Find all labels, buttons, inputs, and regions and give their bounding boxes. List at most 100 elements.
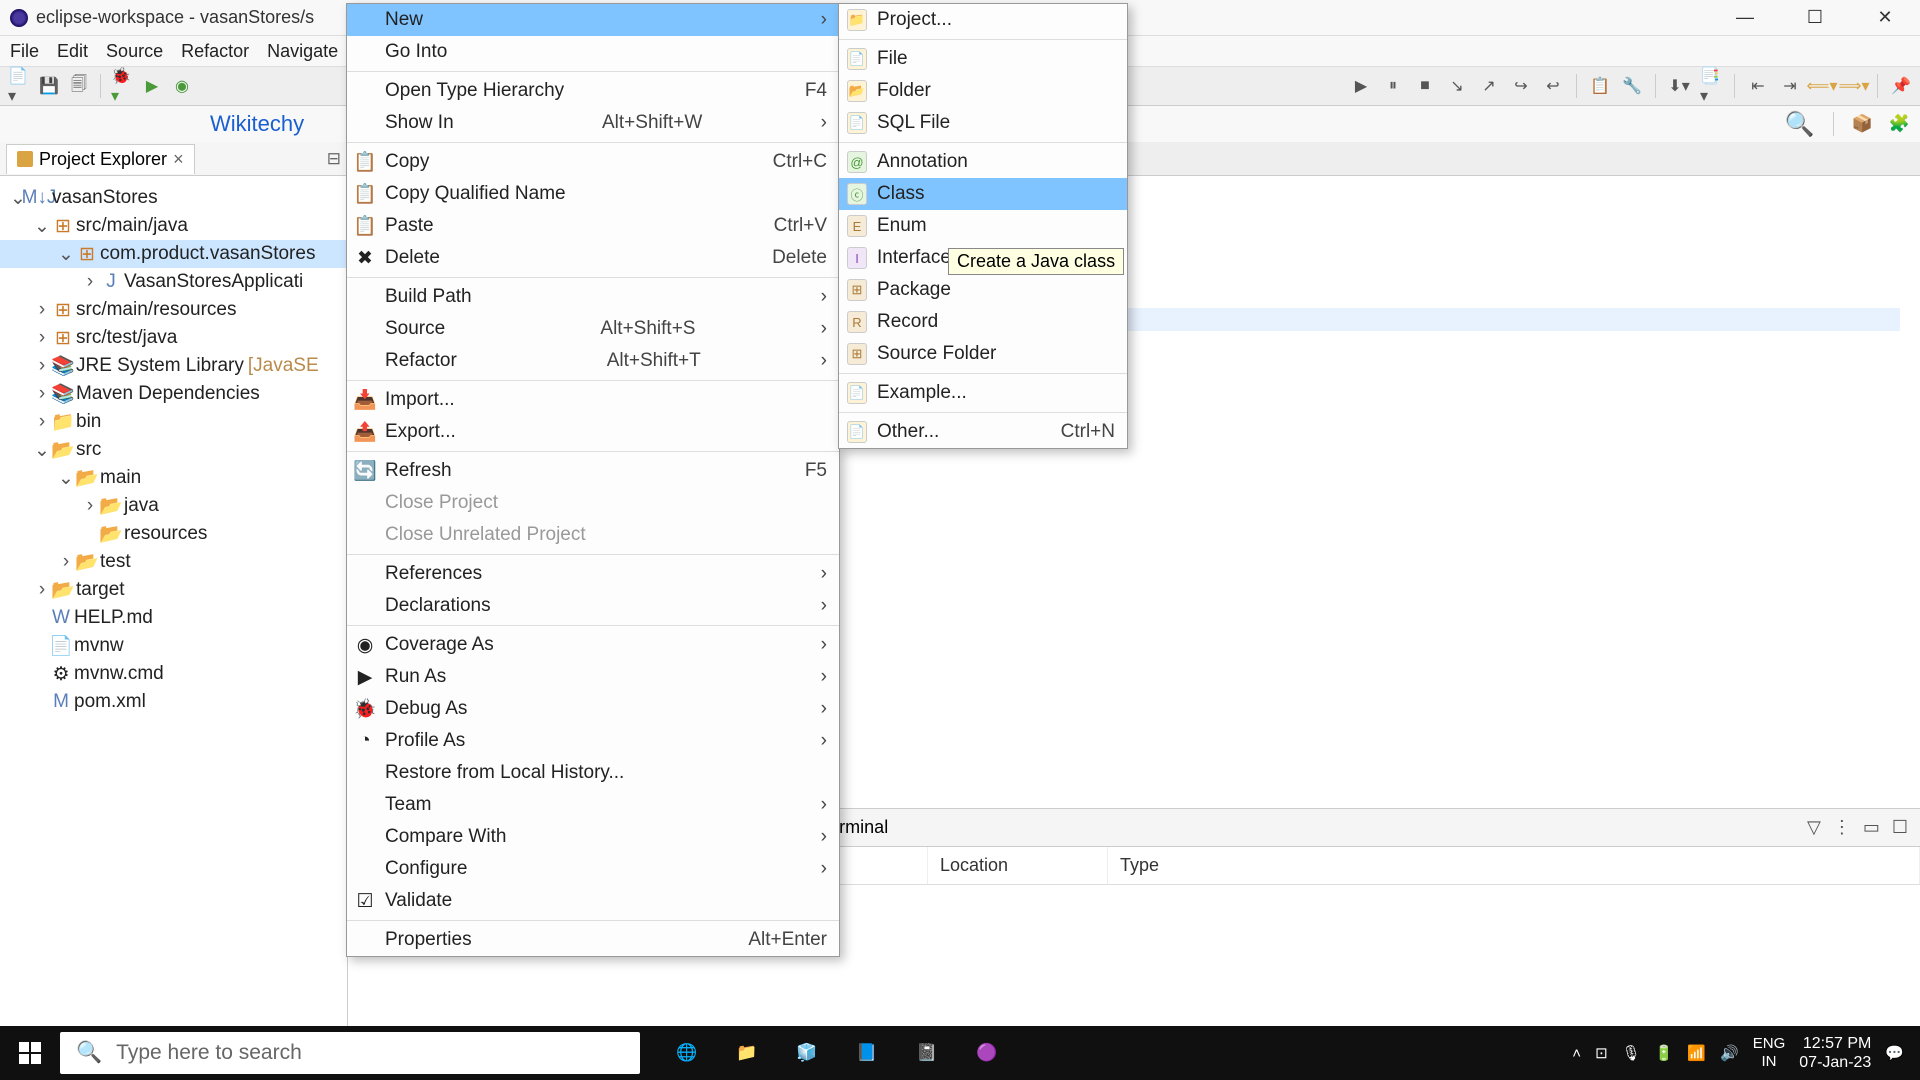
menu-item-compare-with[interactable]: Compare With› <box>347 821 839 853</box>
tray-clock[interactable]: 12:57 PM07-Jan-23 <box>1799 1034 1871 1072</box>
menu-item-show-in[interactable]: Show InAlt+Shift+W› <box>347 107 839 139</box>
tray-meet-icon[interactable]: ⊡ <box>1595 1044 1608 1062</box>
step2-icon[interactable]: ↗ <box>1478 75 1500 97</box>
menu-item-go-into[interactable]: Go Into <box>347 36 839 68</box>
tree-item[interactable]: mvnw <box>74 635 124 657</box>
menu-item-build-path[interactable]: Build Path› <box>347 281 839 313</box>
col-type[interactable]: Type <box>1108 847 1920 884</box>
tool-d-icon[interactable]: 📑▾ <box>1700 75 1722 97</box>
tree-item[interactable]: bin <box>76 411 101 433</box>
project-explorer-tab[interactable]: Project Explorer × <box>6 144 195 174</box>
save-icon[interactable]: 💾 <box>38 75 60 97</box>
context-menu[interactable]: New›Go IntoOpen Type HierarchyF4Show InA… <box>346 3 840 957</box>
pin-icon[interactable]: 📌 <box>1890 75 1912 97</box>
debug-icon[interactable]: 🐞▾ <box>111 75 133 97</box>
menu-item-source[interactable]: SourceAlt+Shift+S› <box>347 313 839 345</box>
tool-c-icon[interactable]: ⬇▾ <box>1668 75 1690 97</box>
tree-item-selected[interactable]: com.product.vasanStores <box>100 243 315 265</box>
nav-back-icon[interactable]: ⇤ <box>1747 75 1769 97</box>
menu-item-enum[interactable]: EEnum <box>839 210 1127 242</box>
menu-item-new[interactable]: New› <box>347 4 839 36</box>
menu-item-copy[interactable]: 📋CopyCtrl+C <box>347 146 839 178</box>
back-icon[interactable]: ⟸▾ <box>1811 75 1833 97</box>
perspective-ee-icon[interactable]: 🧩 <box>1889 114 1910 134</box>
tree-item[interactable]: test <box>100 551 131 573</box>
menu-item-coverage-as[interactable]: ◉Coverage As› <box>347 629 839 661</box>
menu-item-debug-as[interactable]: 🐞Debug As› <box>347 693 839 725</box>
tree-item[interactable]: mvnw.cmd <box>74 663 164 685</box>
run-icon[interactable]: ▶ <box>141 75 163 97</box>
tree-item[interactable]: HELP.md <box>74 607 153 629</box>
menu-item-restore-from-local-history-[interactable]: Restore from Local History... <box>347 757 839 789</box>
tool-b-icon[interactable]: 🔧 <box>1621 75 1643 97</box>
menu-item-other-[interactable]: 📄Other...Ctrl+N <box>839 416 1127 448</box>
menu-item-folder[interactable]: 📂Folder <box>839 75 1127 107</box>
tree-item[interactable]: src/main/java <box>76 215 188 237</box>
close-button[interactable]: ✕ <box>1870 7 1900 28</box>
tree-item[interactable]: src/main/resources <box>76 299 237 321</box>
tree-item[interactable]: Maven Dependencies <box>76 383 260 405</box>
menu-item-file[interactable]: 📄File <box>839 43 1127 75</box>
perspective-java-icon[interactable]: 📦 <box>1852 114 1873 134</box>
taskbar-app-cube[interactable]: 🧊 <box>780 1029 834 1077</box>
menu-item-project-[interactable]: 📁Project... <box>839 4 1127 36</box>
nav-fwd-icon[interactable]: ⇥ <box>1779 75 1801 97</box>
menu-edit[interactable]: Edit <box>57 41 88 62</box>
new-icon[interactable]: 📄▾ <box>8 75 30 97</box>
menu-item-record[interactable]: RRecord <box>839 306 1127 338</box>
menu-item-refresh[interactable]: 🔄RefreshF5 <box>347 455 839 487</box>
menu-refactor[interactable]: Refactor <box>181 41 249 62</box>
menu-item-export-[interactable]: 📤Export... <box>347 416 839 448</box>
menu-item-annotation[interactable]: @Annotation <box>839 146 1127 178</box>
project-tree[interactable]: ⌄M↓JvasanStores ⌄⊞src/main/java ⌄⊞com.pr… <box>0 176 347 1044</box>
minimize-panel-icon[interactable]: ▭ <box>1863 817 1880 838</box>
tray-notifications-icon[interactable]: 💬 <box>1885 1044 1904 1062</box>
tree-item[interactable]: src <box>76 439 101 461</box>
menu-item-references[interactable]: References› <box>347 558 839 590</box>
step4-icon[interactable]: ↩ <box>1542 75 1564 97</box>
maximize-button[interactable]: ☐ <box>1800 7 1830 28</box>
menu-item-paste[interactable]: 📋PasteCtrl+V <box>347 210 839 242</box>
menu-item-import-[interactable]: 📥Import... <box>347 384 839 416</box>
search-icon[interactable]: 🔍 <box>1785 110 1815 139</box>
fwd-icon[interactable]: ⟹▾ <box>1843 75 1865 97</box>
tree-item[interactable]: vasanStores <box>52 187 158 209</box>
minimize-button[interactable]: — <box>1730 7 1760 28</box>
view-menu-icon[interactable]: ⋮ <box>1833 817 1851 838</box>
menu-item-run-as[interactable]: ▶Run As› <box>347 661 839 693</box>
menu-item-copy-qualified-name[interactable]: 📋Copy Qualified Name <box>347 178 839 210</box>
menu-navigate[interactable]: Navigate <box>267 41 338 62</box>
tree-item[interactable]: pom.xml <box>74 691 146 713</box>
menu-item-declarations[interactable]: Declarations› <box>347 590 839 622</box>
tray-mic-icon[interactable]: 🎙 <box>1622 1044 1641 1062</box>
tray-chevron-icon[interactable]: ˄ <box>1572 1045 1581 1062</box>
resume-icon[interactable]: ▶ <box>1350 75 1372 97</box>
tray-battery-icon[interactable]: 🔋 <box>1655 1044 1674 1062</box>
menu-item-refactor[interactable]: RefactorAlt+Shift+T› <box>347 345 839 377</box>
menu-item-profile-as[interactable]: ◔Profile As› <box>347 725 839 757</box>
menu-item-delete[interactable]: ✖DeleteDelete <box>347 242 839 274</box>
menu-item-properties[interactable]: PropertiesAlt+Enter <box>347 924 839 956</box>
menu-file[interactable]: File <box>10 41 39 62</box>
menu-item-team[interactable]: Team› <box>347 789 839 821</box>
taskbar-app-explorer[interactable]: 📁 <box>720 1029 774 1077</box>
menu-item-class[interactable]: ⓒClass <box>839 178 1127 210</box>
save-all-icon[interactable]: 🗐 <box>68 75 90 97</box>
new-submenu[interactable]: 📁Project...📄File📂Folder📄SQL File@Annotat… <box>838 3 1128 449</box>
tool-a-icon[interactable]: 📋 <box>1589 75 1611 97</box>
tree-item[interactable]: java <box>124 495 159 517</box>
step-icon[interactable]: ↘ <box>1446 75 1468 97</box>
tree-item[interactable]: resources <box>124 523 207 545</box>
menu-source[interactable]: Source <box>106 41 163 62</box>
step3-icon[interactable]: ↪ <box>1510 75 1532 97</box>
taskbar-app-chrome[interactable]: 🌐 <box>660 1029 714 1077</box>
taskbar-search[interactable]: 🔍 Type here to search <box>60 1032 640 1074</box>
close-tab-icon[interactable]: × <box>173 149 184 170</box>
pause-icon[interactable]: ⏸ <box>1382 75 1404 97</box>
col-location[interactable]: Location <box>928 847 1108 884</box>
tree-item[interactable]: main <box>100 467 141 489</box>
taskbar-app-notepad[interactable]: 📓 <box>900 1029 954 1077</box>
tray-language[interactable]: ENGIN <box>1753 1035 1786 1071</box>
menu-item-configure[interactable]: Configure› <box>347 853 839 885</box>
menu-item-package[interactable]: ⊞Package <box>839 274 1127 306</box>
